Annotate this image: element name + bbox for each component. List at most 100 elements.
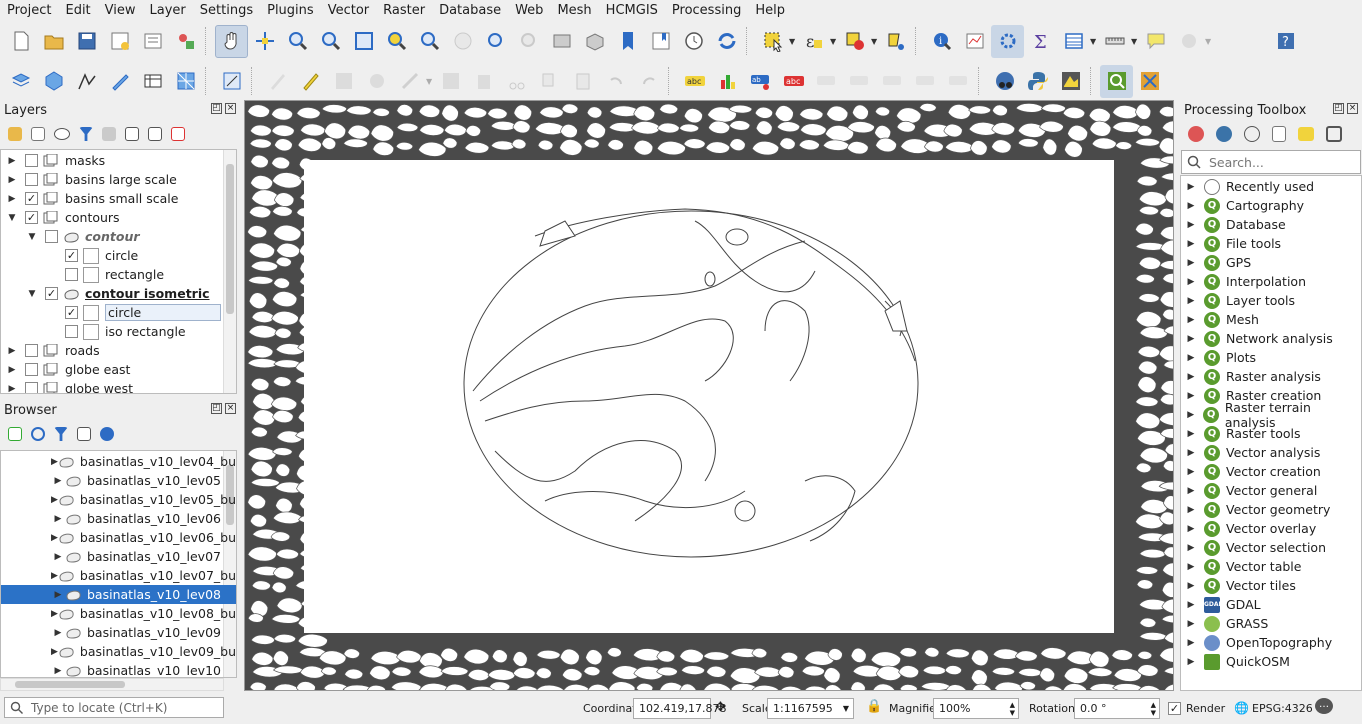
- new-print-layout-icon[interactable]: [103, 25, 136, 58]
- chevron-right-icon[interactable]: ▶: [1181, 353, 1201, 363]
- toolbox-group[interactable]: ▶ Q Vector selection: [1181, 538, 1361, 557]
- chevron-right-icon[interactable]: ▶: [1181, 391, 1201, 401]
- layer-visibility-checkbox[interactable]: [25, 154, 38, 167]
- chevron-right-icon[interactable]: ▶: [5, 156, 19, 166]
- refresh-icon[interactable]: [710, 25, 743, 58]
- close-panel-icon[interactable]: ×: [225, 103, 236, 114]
- symbol-swatch[interactable]: [83, 304, 99, 321]
- layer-visibility-checkbox[interactable]: [45, 230, 58, 243]
- layer-item[interactable]: ▶ ✓ basins small scale: [1, 189, 236, 208]
- float-panel-icon[interactable]: ◰: [1333, 103, 1344, 114]
- zoom-full-icon[interactable]: [347, 25, 380, 58]
- lock-icon[interactable]: 🔒: [866, 699, 882, 714]
- browser-item[interactable]: ▶ basinatlas_v10_lev05_bu: [1, 490, 236, 509]
- statistical-summary-icon[interactable]: Σ: [1024, 25, 1057, 58]
- add-group-icon[interactable]: [31, 127, 45, 141]
- close-panel-icon[interactable]: ×: [1347, 103, 1358, 114]
- layer-visibility-checkbox[interactable]: ✓: [65, 306, 78, 319]
- toolbox-group[interactable]: ▶ Q Raster analysis: [1181, 367, 1361, 386]
- toolbox-group[interactable]: ▶ Recently used: [1181, 177, 1361, 196]
- map-canvas[interactable]: [244, 100, 1174, 691]
- chevron-down-icon[interactable]: ▼: [25, 232, 39, 242]
- redo-icon[interactable]: [632, 65, 665, 98]
- expand-all-icon[interactable]: [125, 127, 139, 141]
- filter-expression-icon[interactable]: [102, 127, 116, 141]
- toolbox-group[interactable]: ▶ Q Raster tools: [1181, 424, 1361, 443]
- chevron-right-icon[interactable]: ▶: [51, 590, 65, 600]
- python-console-icon[interactable]: [1021, 65, 1054, 98]
- chevron-right-icon[interactable]: ▶: [1181, 638, 1201, 648]
- chevron-right-icon[interactable]: ▶: [51, 666, 65, 676]
- symbol-swatch[interactable]: [83, 266, 99, 283]
- current-edits-icon[interactable]: [261, 65, 294, 98]
- layer-item[interactable]: ✓ circle: [1, 303, 236, 322]
- pan-to-selection-icon[interactable]: [248, 25, 281, 58]
- add-feature-icon[interactable]: [360, 65, 393, 98]
- chevron-right-icon[interactable]: ▶: [5, 194, 19, 204]
- chevron-right-icon[interactable]: ▶: [1181, 505, 1201, 515]
- toolbox-group[interactable]: ▶ Q Raster terrain analysis: [1181, 400, 1361, 430]
- toolbox-group[interactable]: ▶ Q Plots: [1181, 348, 1361, 367]
- browser-item[interactable]: ▶ basinatlas_v10_lev10: [1, 661, 236, 677]
- browser-item[interactable]: ▶ basinatlas_v10_lev07_bu: [1, 566, 236, 585]
- zoom-to-layer-icon[interactable]: [413, 25, 446, 58]
- browser-hscrollbar[interactable]: [0, 678, 224, 691]
- chevron-down-icon[interactable]: ▼: [25, 289, 39, 299]
- new-map-view-icon[interactable]: [545, 25, 578, 58]
- chevron-right-icon[interactable]: ▶: [51, 628, 65, 638]
- zoom-in-icon[interactable]: [281, 25, 314, 58]
- diagram-icon[interactable]: [711, 65, 744, 98]
- label-show-icon[interactable]: [843, 65, 876, 98]
- toolbox-group[interactable]: ▶ Q Cartography: [1181, 196, 1361, 215]
- render-checkbox[interactable]: ✓: [1168, 702, 1181, 715]
- menu-raster[interactable]: Raster: [376, 0, 432, 21]
- toolbox-group[interactable]: ▶ Q Vector tiles: [1181, 576, 1361, 595]
- chevron-right-icon[interactable]: ▶: [51, 514, 65, 524]
- layer-item[interactable]: ▼ ✓ contour isometric: [1, 284, 236, 303]
- chevron-right-icon[interactable]: ▶: [1181, 581, 1201, 591]
- chevron-right-icon[interactable]: ▶: [1181, 543, 1201, 553]
- chevron-right-icon[interactable]: ▶: [1181, 467, 1201, 477]
- new-virtual-layer-icon[interactable]: [136, 65, 169, 98]
- toolbox-group[interactable]: ▶ GDAL GDAL: [1181, 595, 1361, 614]
- show-bookmarks-icon[interactable]: [644, 25, 677, 58]
- history-icon[interactable]: [1244, 126, 1260, 142]
- refresh-browser-icon[interactable]: [31, 427, 45, 441]
- menu-view[interactable]: View: [98, 0, 143, 21]
- float-panel-icon[interactable]: ◰: [211, 103, 222, 114]
- label-rotate-icon[interactable]: [876, 65, 909, 98]
- menu-hcmgis[interactable]: HCMGIS: [599, 0, 665, 21]
- show-layout-manager-icon[interactable]: [136, 25, 169, 58]
- chevron-right-icon[interactable]: ▶: [5, 384, 19, 394]
- browser-item[interactable]: ▶ basinatlas_v10_lev09_bu: [1, 642, 236, 661]
- select-location-icon[interactable]: [879, 25, 912, 58]
- select-features-icon[interactable]: [756, 25, 789, 58]
- chevron-right-icon[interactable]: ▶: [1181, 239, 1201, 249]
- chevron-right-icon[interactable]: ▶: [1181, 315, 1201, 325]
- chevron-right-icon[interactable]: ▶: [1181, 524, 1201, 534]
- browser-item[interactable]: ▶ basinatlas_v10_lev09: [1, 623, 236, 642]
- layer-item[interactable]: rectangle: [1, 265, 236, 284]
- layer-visibility-checkbox[interactable]: ✓: [25, 211, 38, 224]
- toggle-extents-icon[interactable]: ✥: [715, 700, 726, 715]
- browser-item[interactable]: ▶ basinatlas_v10_lev04_bu: [1, 452, 236, 471]
- layer-visibility-checkbox[interactable]: ✓: [25, 192, 38, 205]
- zoom-to-selection-icon[interactable]: [380, 25, 413, 58]
- chevron-right-icon[interactable]: ▶: [1181, 600, 1201, 610]
- chevron-right-icon[interactable]: ▶: [51, 457, 58, 467]
- filter-legend-icon[interactable]: [79, 127, 93, 141]
- paste-features-icon[interactable]: [566, 65, 599, 98]
- menu-edit[interactable]: Edit: [58, 0, 97, 21]
- magnifier-spinbox[interactable]: 100% ▲ ▼: [933, 698, 1019, 719]
- undo-icon[interactable]: [599, 65, 632, 98]
- toolbox-group[interactable]: ▶ Q Vector geometry: [1181, 500, 1361, 519]
- chevron-down-icon[interactable]: ▼: [5, 213, 19, 223]
- hcmgis-plugin-icon[interactable]: [1054, 65, 1087, 98]
- layer-item[interactable]: ▶ globe east: [1, 360, 236, 379]
- layer-item[interactable]: iso rectangle: [1, 322, 236, 341]
- settings-gear-icon[interactable]: [1172, 25, 1205, 58]
- models-icon[interactable]: [1188, 126, 1204, 142]
- help-icon[interactable]: ?: [1269, 25, 1302, 58]
- attribute-table-icon[interactable]: [1057, 25, 1090, 58]
- chevron-right-icon[interactable]: ▶: [1181, 372, 1201, 382]
